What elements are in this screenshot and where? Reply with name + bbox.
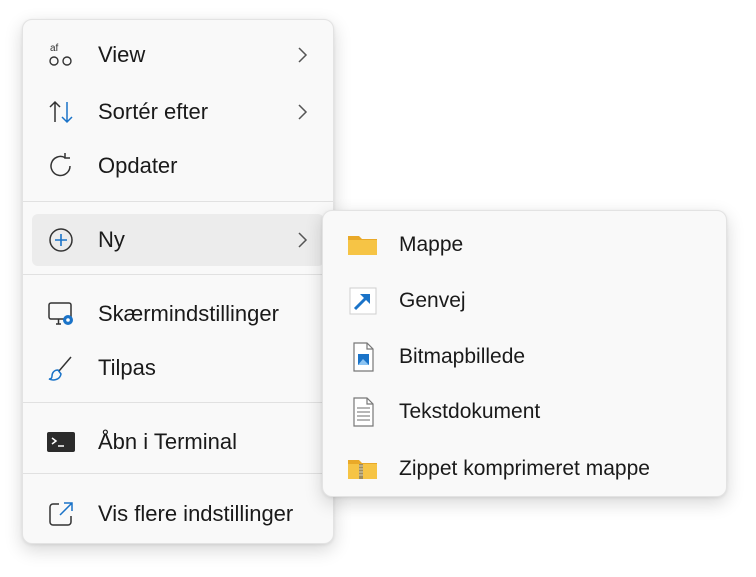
separator xyxy=(23,274,333,275)
display-settings-icon xyxy=(46,299,76,329)
view-icon: af xyxy=(46,40,76,70)
folder-icon xyxy=(346,228,380,262)
menu-item-label: Vis flere indstillinger xyxy=(98,501,294,526)
brush-icon xyxy=(46,353,76,383)
new-icon xyxy=(46,225,76,255)
submenu-item-label: Bitmapbillede xyxy=(399,345,526,368)
menu-item-new[interactable]: Ny xyxy=(32,214,324,266)
new-submenu: Mappe Genvej Bitmapbillede Tekstdokument… xyxy=(322,210,727,497)
submenu-item-label: Genvej xyxy=(399,289,466,312)
chevron-right-icon xyxy=(296,231,308,249)
menu-item-label: Sortér efter xyxy=(98,99,209,124)
svg-text:af: af xyxy=(50,43,59,54)
submenu-item-text-document[interactable]: Tekstdokument xyxy=(332,387,717,437)
chevron-right-icon xyxy=(296,103,308,121)
separator xyxy=(23,473,333,474)
menu-item-label: Ny xyxy=(98,227,125,252)
menu-item-refresh[interactable]: Opdater xyxy=(32,140,324,192)
context-menu: af View Sortér efter Opdater Ny Skærmind… xyxy=(22,19,334,544)
shortcut-icon xyxy=(346,284,380,318)
separator xyxy=(23,201,333,202)
submenu-item-bitmap[interactable]: Bitmapbillede xyxy=(332,332,717,382)
menu-item-display-settings[interactable]: Skærmindstillinger xyxy=(32,288,324,340)
menu-item-label: Skærmindstillinger xyxy=(98,301,279,326)
menu-item-label: Åbn i Terminal xyxy=(98,429,237,454)
menu-item-more-options[interactable]: Vis flere indstillinger xyxy=(32,488,324,540)
submenu-item-label: Tekstdokument xyxy=(399,400,541,423)
menu-item-sort[interactable]: Sortér efter xyxy=(32,86,324,138)
menu-item-view[interactable]: af View xyxy=(32,29,324,81)
chevron-right-icon xyxy=(296,46,308,64)
submenu-item-zip-folder[interactable]: Zippet komprimeret mappe xyxy=(332,444,717,494)
refresh-icon xyxy=(46,151,76,181)
zip-folder-icon xyxy=(346,452,380,486)
menu-item-open-terminal[interactable]: Åbn i Terminal xyxy=(32,416,324,468)
text-document-icon xyxy=(346,395,380,429)
submenu-item-label: Mappe xyxy=(399,233,464,256)
more-options-icon xyxy=(46,499,76,529)
menu-item-label: Opdater xyxy=(98,153,178,178)
separator xyxy=(23,402,333,403)
bitmap-icon xyxy=(346,340,380,374)
submenu-item-folder[interactable]: Mappe xyxy=(332,220,717,270)
menu-item-label: Tilpas xyxy=(98,355,156,380)
terminal-icon xyxy=(46,427,76,457)
sort-icon xyxy=(46,97,76,127)
menu-item-personalize[interactable]: Tilpas xyxy=(32,342,324,394)
submenu-item-label: Zippet komprimeret mappe xyxy=(399,457,650,480)
submenu-item-shortcut[interactable]: Genvej xyxy=(332,276,717,326)
menu-item-label: View xyxy=(98,42,146,67)
